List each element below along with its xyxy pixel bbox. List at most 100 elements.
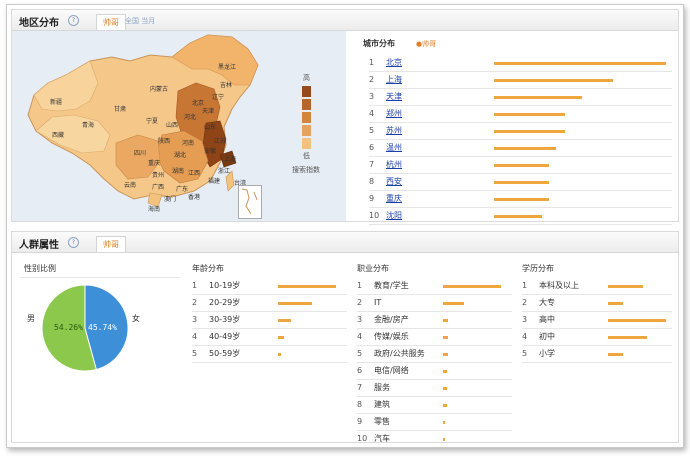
map-province-label: 上海 (224, 155, 236, 163)
age-row: 1 10-19岁 (192, 278, 347, 294)
gender-title-divider (20, 277, 180, 278)
map-province-label: 河南 (182, 139, 194, 147)
row-divider (357, 447, 512, 448)
rank-number: 3 (522, 315, 528, 324)
map-province-label: 山西 (166, 121, 178, 129)
value-bar (494, 147, 556, 150)
value-bar (608, 285, 643, 288)
map-province-label: 北京 (192, 99, 204, 107)
legend-swatch-2 (302, 99, 311, 110)
item-label: 本科及以上 (539, 281, 579, 290)
occupation-title: 职业分布 (357, 264, 389, 273)
rank-number: 9 (357, 417, 363, 426)
value-bar (443, 370, 447, 373)
item-label: 40-49岁 (209, 332, 241, 341)
occupation-row: 10 汽车 (357, 431, 512, 447)
value-bar (494, 164, 549, 167)
help-icon[interactable]: ? (68, 15, 79, 26)
map-province-label: 天津 (202, 108, 214, 115)
item-label: 汽车 (374, 434, 390, 443)
map-province-label: 广东 (176, 185, 188, 193)
legend-swatch-5 (302, 138, 311, 149)
city-row[interactable]: 4 郑州 (369, 106, 672, 122)
value-bar (494, 198, 549, 201)
region-header: 地区分布 ? 帅哥 全国 当月 (12, 10, 678, 31)
value-bar (443, 438, 445, 441)
value-bar (494, 79, 613, 82)
region-subtabs[interactable]: 全国 当月 (125, 16, 155, 26)
help-icon[interactable]: ? (68, 237, 79, 248)
item-label: 小学 (539, 349, 555, 358)
occupation-row: 5 政府/公共服务 (357, 346, 512, 362)
city-link[interactable]: 西安 (386, 174, 402, 190)
city-row[interactable]: 7 杭州 (369, 157, 672, 173)
value-bar (443, 336, 448, 339)
item-label: 教育/学生 (374, 281, 409, 290)
rank-number: 6 (369, 143, 375, 152)
map-legend: 高 低 搜索指数 (292, 73, 320, 175)
map-svg: 新疆西藏 青海 甘肃 内蒙古 黑龙江吉林辽宁北京天津河北宁夏山西 山东陕西 河南 江苏安徽 四川… (27, 34, 259, 213)
tab-region-keyword[interactable]: 帅哥 (96, 14, 126, 30)
city-link[interactable]: 沈阳 (386, 208, 402, 224)
education-title: 学历分布 (522, 264, 554, 273)
city-link[interactable]: 杭州 (386, 157, 402, 173)
rank-number: 5 (522, 349, 528, 358)
age-title: 年龄分布 (192, 264, 224, 273)
value-bar (608, 319, 666, 322)
legend-swatch-4 (302, 125, 311, 136)
city-link[interactable]: 北京 (386, 55, 402, 71)
city-row[interactable]: 3 天津 (369, 89, 672, 105)
row-divider (192, 362, 347, 363)
city-link[interactable]: 上海 (386, 72, 402, 88)
rank-number: 5 (357, 349, 363, 358)
item-label: 50-59岁 (209, 349, 241, 358)
map-province-label: 甘肃 (114, 105, 126, 113)
city-link[interactable]: 温州 (386, 140, 402, 156)
map-province-label: 贵州 (152, 171, 164, 179)
map-province-label: 山东 (204, 123, 216, 131)
item-label: 传媒/娱乐 (374, 332, 409, 341)
map-province-label: 广西 (152, 183, 164, 191)
value-bar (278, 285, 336, 288)
city-link[interactable]: 苏州 (386, 123, 402, 139)
occupation-row: 3 金融/房产 (357, 312, 512, 328)
city-link[interactable]: 重庆 (386, 191, 402, 207)
item-label: 服务 (374, 383, 390, 392)
value-bar (443, 302, 464, 305)
china-map: 新疆 西藏 青海 甘肃 内蒙古 黑龙江 吉林 辽宁 北京 天津 河北 宁夏 山西 山东 陕西 河南 江苏 安徽 四川… (12, 31, 346, 221)
map-province-label: 新疆 (50, 98, 62, 106)
map-province-label: 内蒙古 (150, 85, 168, 93)
city-link[interactable]: 郑州 (386, 106, 402, 122)
education-row: 4 初中 (522, 329, 672, 345)
tab-crowd-keyword[interactable]: 帅哥 (96, 236, 126, 252)
item-label: 金融/房产 (374, 315, 409, 324)
city-row[interactable]: 8 西安 (369, 174, 672, 190)
rank-number: 3 (357, 315, 363, 324)
city-link[interactable]: 天津 (386, 89, 402, 105)
value-bar (278, 336, 284, 339)
occupation-row: 8 建筑 (357, 397, 512, 413)
value-bar (608, 353, 623, 356)
pie-label-female-pct: 45.74% (88, 323, 117, 332)
item-label: 政府/公共服务 (374, 349, 425, 358)
city-row[interactable]: 10 沈阳 (369, 208, 672, 224)
city-row[interactable]: 1 北京 (369, 55, 672, 71)
map-province-label: 宁夏 (146, 117, 158, 125)
occupation-row: 7 服务 (357, 380, 512, 396)
gender-pie-chart: 54.26% 45.74% (41, 284, 129, 372)
city-row[interactable]: 6 温州 (369, 140, 672, 156)
city-row[interactable]: 9 重庆 (369, 191, 672, 207)
city-row[interactable]: 2 上海 (369, 72, 672, 88)
value-bar (278, 302, 312, 305)
age-row: 3 30-39岁 (192, 312, 347, 328)
map-province-label: 香港 (188, 193, 200, 201)
region-hainan (147, 192, 163, 208)
occupation-row: 6 电信/网络 (357, 363, 512, 379)
rank-number: 2 (522, 298, 528, 307)
education-row: 5 小学 (522, 346, 672, 362)
crowd-header: 人群属性 ? 帅哥 (12, 232, 678, 253)
map-province-label: 陕西 (158, 137, 170, 145)
item-label: 高中 (539, 315, 555, 324)
city-row[interactable]: 5 苏州 (369, 123, 672, 139)
map-province-label: 吉林 (220, 81, 232, 89)
